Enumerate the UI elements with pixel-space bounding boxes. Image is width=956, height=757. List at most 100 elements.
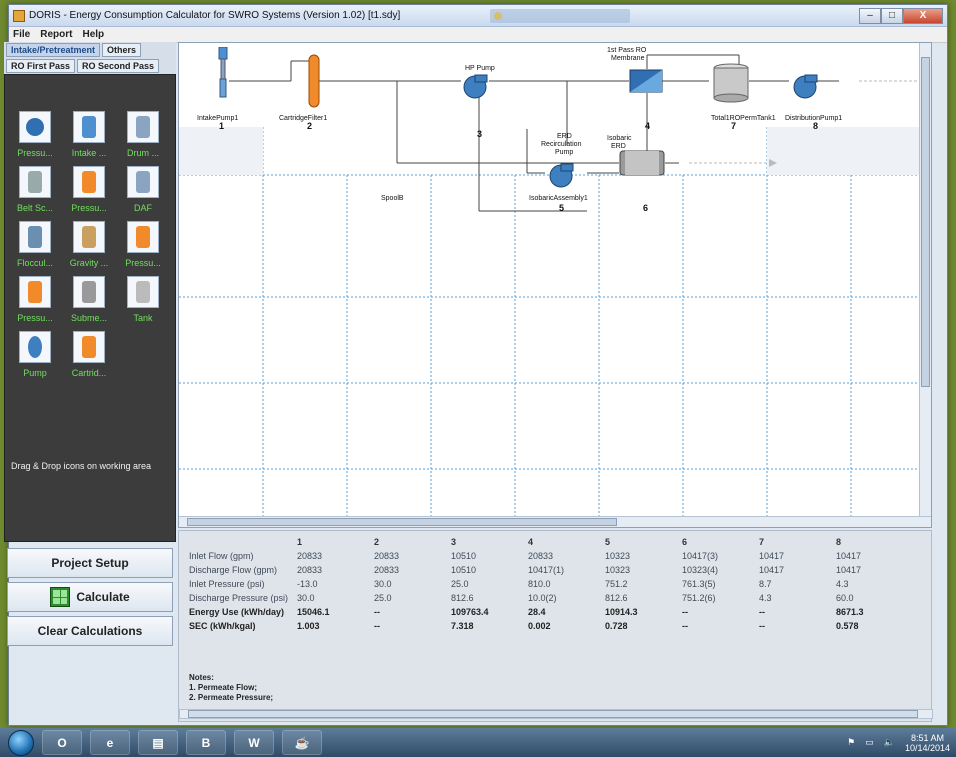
result-cell: 4.3 — [759, 593, 772, 603]
ro-membrane-label-line2: Membrane — [611, 55, 645, 62]
perm-tank-icon[interactable] — [711, 63, 751, 103]
flag-icon[interactable]: ⚑ — [847, 737, 855, 748]
results-scrollbar[interactable] — [179, 709, 933, 719]
left-panel: Intake/Pretreatment Others RO First Pass… — [4, 42, 176, 722]
palette-item[interactable]: Belt Sc... — [11, 166, 59, 213]
results-row: SEC (kWh/kgal) 1.003 -- 7.318 0.002 0.728 -- --… — [189, 619, 913, 633]
palette-item[interactable]: Pressu... — [65, 166, 113, 213]
palette-item-label: Pressu... — [71, 203, 107, 213]
tab-intake-pretreatment[interactable]: Intake/Pretreatment — [6, 43, 101, 57]
palette-item-label: Pump — [23, 368, 47, 378]
palette-item[interactable]: Floccul... — [11, 221, 59, 268]
menu-report[interactable]: Report — [40, 29, 72, 40]
result-cell: 15046.1 — [297, 607, 330, 617]
start-button[interactable] — [8, 729, 34, 756]
palette-item-label: Subme... — [70, 313, 108, 323]
outlook-taskbar-icon[interactable]: O — [42, 730, 82, 755]
palette-item-label: Pressu... — [17, 313, 53, 323]
cartridge-filter-icon[interactable] — [307, 53, 321, 111]
java-taskbar-icon[interactable]: ☕ — [282, 730, 322, 755]
close-button[interactable]: X — [903, 7, 943, 24]
row-label: Inlet Flow (gpm) — [189, 551, 254, 561]
erd-recirculation-pump-icon[interactable] — [547, 161, 579, 189]
clear-calculations-button[interactable]: Clear Calculations — [7, 616, 173, 646]
isobaric-assembly-label: IsobaricAssembly1 — [529, 195, 588, 202]
calculate-button[interactable]: Calculate — [7, 582, 173, 612]
palette-item[interactable]: Intake ... — [65, 111, 113, 158]
clock-date: 10/14/2014 — [904, 742, 950, 753]
palette-item[interactable]: Pump — [11, 331, 59, 378]
explorer-taskbar-icon[interactable]: ▤ — [138, 730, 178, 755]
isobaric-assembly-number: 5 — [559, 203, 565, 213]
result-cell: 8671.3 — [836, 607, 864, 617]
result-cell: 10323 — [605, 551, 631, 561]
background-window-tab[interactable] — [490, 8, 631, 23]
result-cell: 10510 — [451, 565, 477, 575]
palette-item[interactable]: Pressu... — [11, 111, 59, 158]
tab-ro-second-pass[interactable]: RO Second Pass — [77, 59, 160, 73]
network-icon[interactable]: ▭ — [865, 737, 874, 748]
hp-pump-icon[interactable] — [461, 73, 491, 99]
result-cell: 10323 — [605, 565, 631, 575]
distribution-pump-number: 8 — [813, 121, 819, 131]
palette-item[interactable]: Cartrid... — [65, 331, 113, 378]
result-cell: -13.0 — [297, 579, 318, 589]
palette-item-label: Drum ... — [126, 148, 159, 158]
menu-file[interactable]: File — [13, 29, 30, 40]
minimize-button[interactable]: – — [859, 7, 881, 24]
project-setup-label: Project Setup — [51, 556, 129, 570]
project-setup-button[interactable]: Project Setup — [7, 548, 173, 578]
result-cell: 10417(3) — [682, 551, 719, 561]
palette-item-label: Gravity ... — [69, 258, 109, 268]
palette-item[interactable]: Tank — [119, 276, 167, 323]
clock-time: 8:51 AM — [910, 732, 944, 743]
isobaric-erd-icon[interactable] — [619, 149, 665, 177]
result-cell: 10417(1) — [528, 565, 565, 575]
working-area[interactable]: IntakePump1 1 CartridgeFilter1 2 HP Pump… — [178, 42, 932, 528]
palette-item[interactable]: Gravity ... — [65, 221, 113, 268]
horizontal-scrollbar[interactable] — [179, 516, 931, 527]
maximize-button[interactable]: □ — [881, 7, 903, 24]
result-cell: 10323(4) — [682, 565, 719, 575]
volume-icon[interactable]: 🔈 — [884, 737, 895, 748]
result-cell: 20833 — [528, 551, 554, 561]
tab-ro-first-pass[interactable]: RO First Pass — [6, 59, 76, 73]
clock[interactable]: 8:51 AM 10/14/2014 — [905, 733, 950, 753]
palette-item[interactable]: Pressu... — [119, 221, 167, 268]
app-icon — [494, 11, 503, 20]
result-cell: 10417 — [836, 565, 862, 575]
intake-pump-icon[interactable] — [217, 46, 229, 105]
palette-item[interactable]: DAF — [119, 166, 167, 213]
vertical-scroll-thumb[interactable] — [921, 57, 930, 387]
spool-label: SpoolB — [381, 195, 404, 202]
palette-item[interactable]: Pressu... — [11, 276, 59, 323]
row-label: Inlet Pressure (psi) — [189, 579, 265, 589]
erd-recirculation-label-line3: Pump — [555, 149, 574, 156]
result-cell: 30.0 — [374, 579, 392, 589]
app-taskbar-icon[interactable]: B — [186, 730, 226, 755]
menu-help[interactable]: Help — [82, 29, 104, 40]
results-scroll-thumb[interactable] — [188, 710, 918, 718]
result-cell: 10914.3 — [605, 607, 638, 617]
isobaric-erd-label-line2: ERD — [611, 143, 626, 150]
process-diagram — [229, 54, 919, 212]
palette-item[interactable]: Drum ... — [119, 111, 167, 158]
palette-item[interactable]: Subme... — [65, 276, 113, 323]
ro-membrane-icon[interactable] — [629, 69, 663, 93]
result-cell: 810.0 — [528, 579, 551, 589]
vertical-scrollbar[interactable] — [919, 43, 931, 519]
results-panel: 1 2 3 4 5 6 7 8 Inlet Flow (gpm) 20833 208… — [178, 530, 933, 722]
result-cell: 10417 — [759, 551, 785, 561]
result-cell: 751.2 — [605, 579, 628, 589]
horizontal-scroll-thumb[interactable] — [187, 518, 617, 526]
tab-others[interactable]: Others — [102, 43, 142, 57]
note-2: 2. Permeate Pressure; — [189, 693, 274, 702]
ie-taskbar-icon[interactable]: e — [90, 730, 130, 755]
distribution-pump-icon[interactable] — [791, 73, 821, 99]
result-cell: 0.728 — [605, 621, 628, 631]
belt-screen-icon — [19, 166, 51, 198]
cartridge-filter-number: 2 — [307, 121, 313, 131]
pressure-filter-icon — [19, 111, 51, 143]
word-taskbar-icon[interactable]: W — [234, 730, 274, 755]
row-label: SEC (kWh/kgal) — [189, 621, 256, 631]
